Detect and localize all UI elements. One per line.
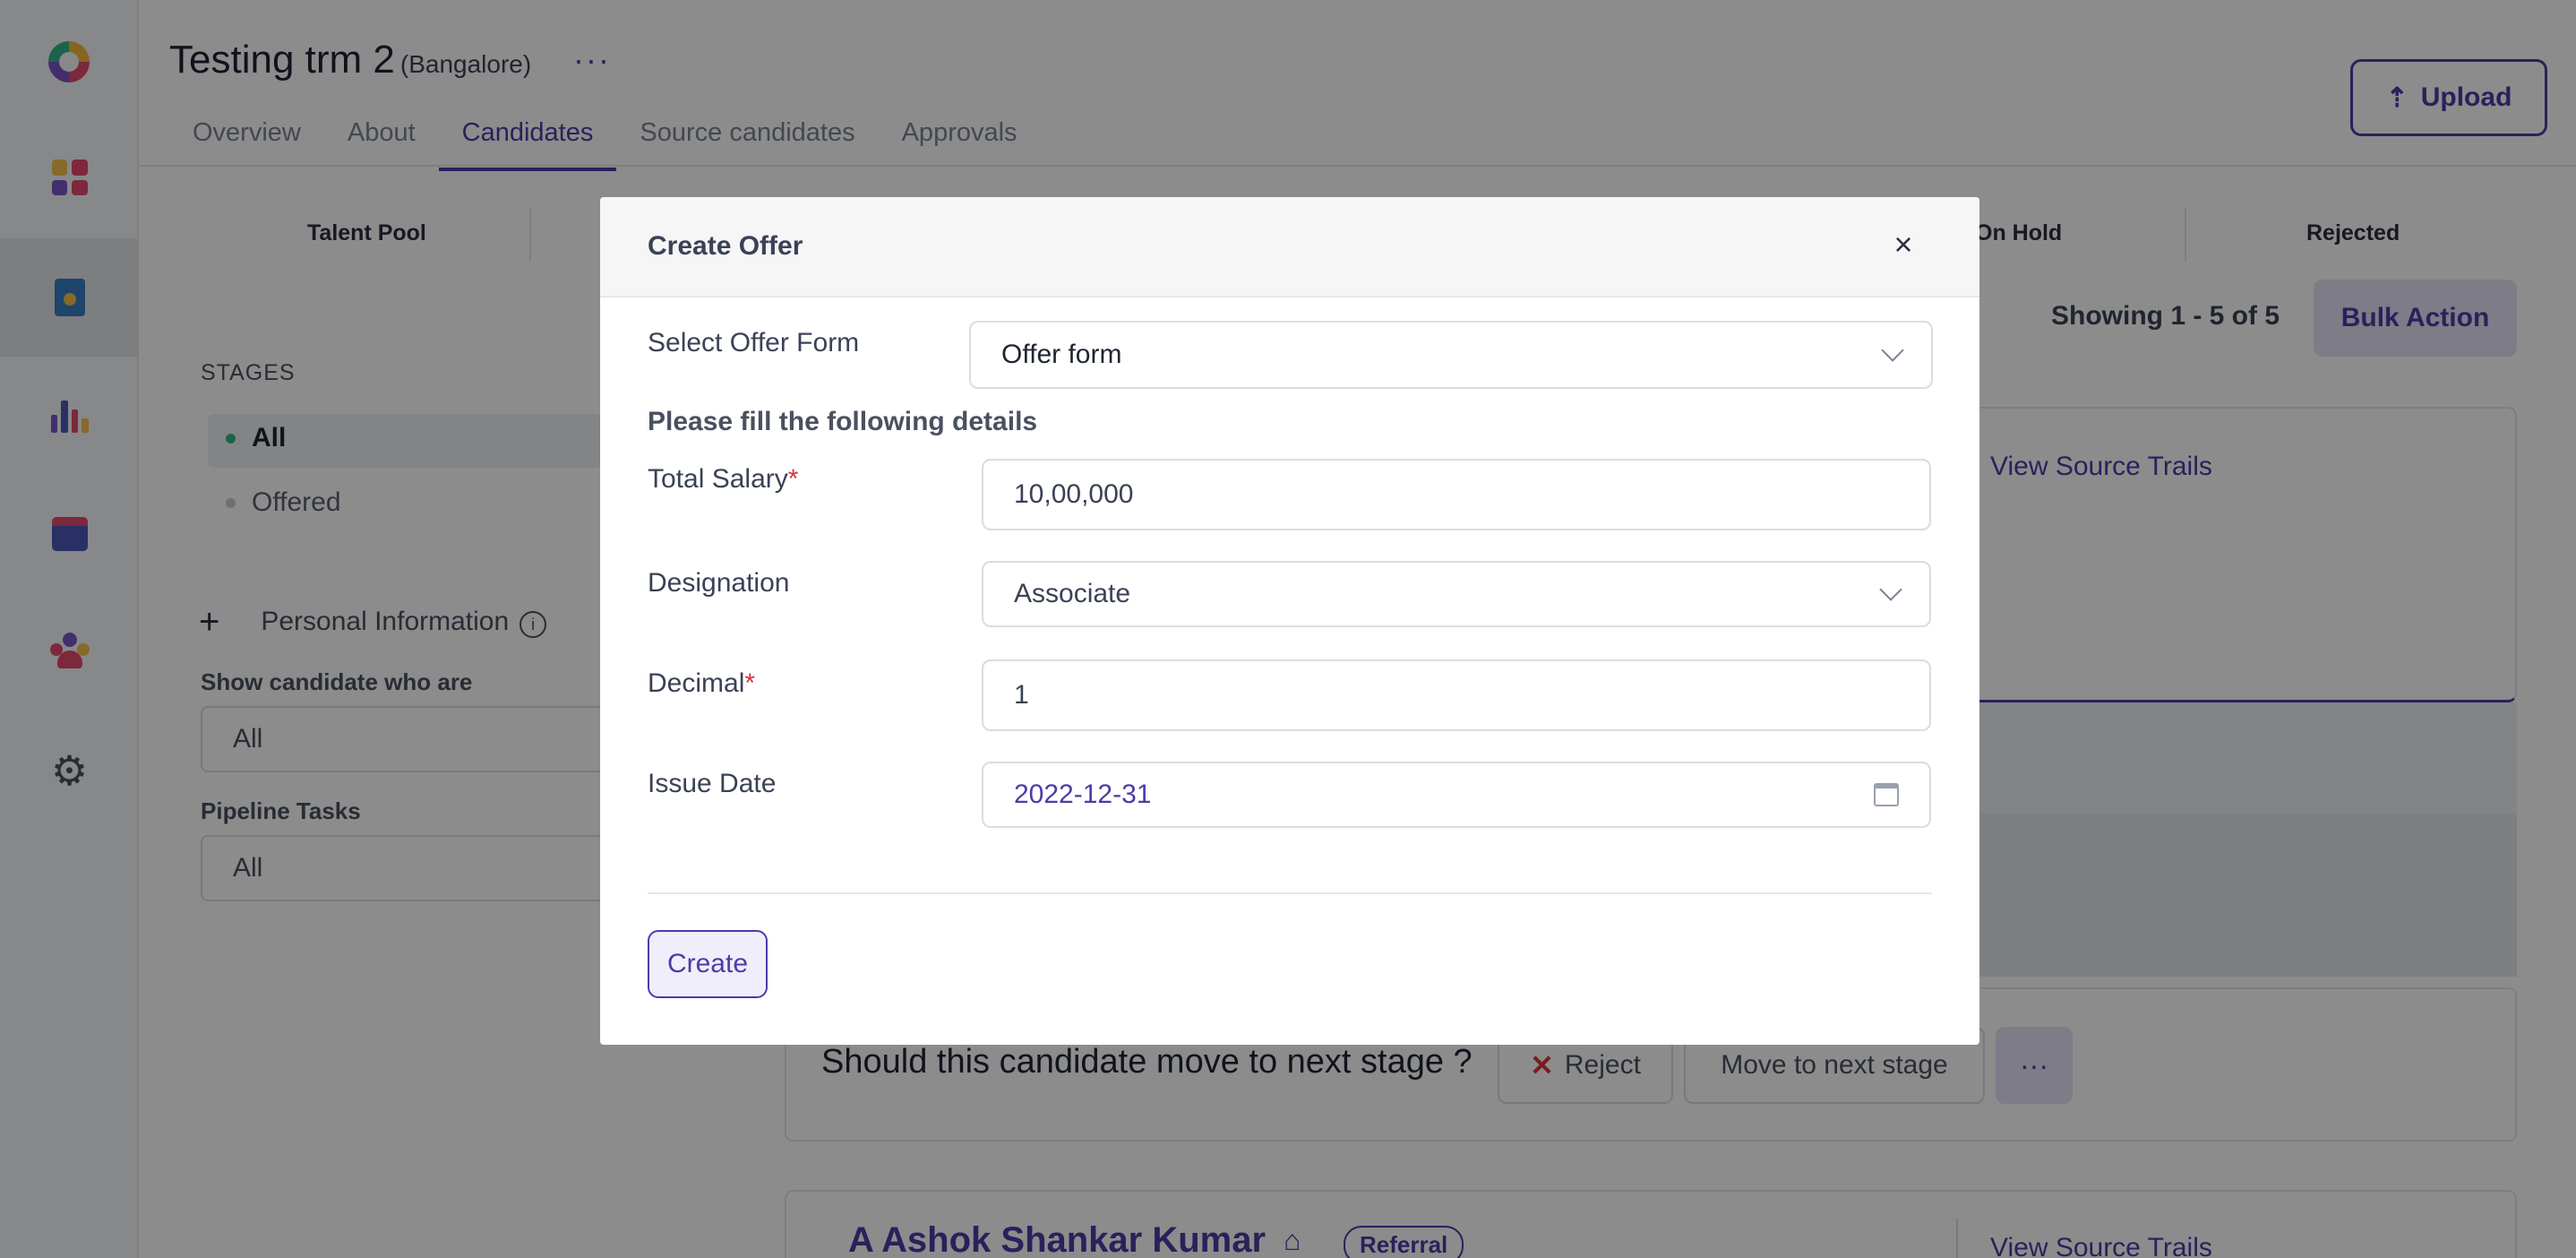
offer-form-select[interactable]: Offer form <box>969 321 1933 389</box>
total-salary-label: Total Salary* <box>648 464 798 495</box>
modal-divider <box>648 892 1932 894</box>
required-mark: * <box>787 464 799 494</box>
designation-select[interactable]: Associate <box>982 561 1931 627</box>
details-heading: Please fill the following details <box>648 407 1038 436</box>
issue-date-input[interactable]: 2022-12-31 <box>982 762 1931 828</box>
create-offer-modal: Create Offer × Select Offer Form Offer f… <box>600 197 1979 1045</box>
total-salary-input[interactable]: 10,00,000 <box>982 459 1931 530</box>
create-button[interactable]: Create <box>648 930 768 998</box>
total-salary-label-text: Total Salary <box>648 464 788 494</box>
designation-label: Designation <box>648 568 790 598</box>
close-icon[interactable]: × <box>1881 222 1926 267</box>
decimal-value: 1 <box>1014 680 1029 710</box>
chevron-down-icon <box>1879 578 1902 601</box>
modal-title: Create Offer <box>648 231 803 261</box>
offer-form-value: Offer form <box>1001 340 1122 369</box>
required-mark: * <box>744 668 756 698</box>
total-salary-value: 10,00,000 <box>1014 479 1134 509</box>
calendar-icon[interactable] <box>1874 783 1899 806</box>
decimal-label: Decimal* <box>648 668 755 699</box>
issue-date-label: Issue Date <box>648 769 777 798</box>
designation-value: Associate <box>1014 579 1131 608</box>
issue-date-value: 2022-12-31 <box>1014 780 1152 809</box>
decimal-label-text: Decimal <box>648 668 745 698</box>
decimal-input[interactable]: 1 <box>982 659 1931 731</box>
chevron-down-icon <box>1881 339 1904 362</box>
select-offer-form-label: Select Offer Form <box>648 328 860 358</box>
modal-header: Create Offer × <box>600 197 1979 297</box>
